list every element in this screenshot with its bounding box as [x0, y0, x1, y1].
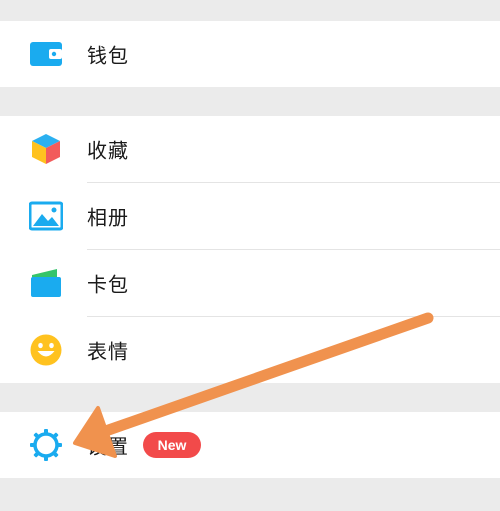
menu-item-label: 钱包 — [87, 43, 129, 68]
menu-item-emoji[interactable]: 表情 — [0, 317, 500, 383]
menu-item-album[interactable]: 相册 — [0, 183, 500, 249]
content-section: 收藏 相册 卡包 表情 — [0, 116, 500, 383]
menu-item-settings[interactable]: 设置 New — [0, 412, 500, 478]
album-icon — [29, 201, 63, 231]
gear-icon — [30, 429, 62, 461]
new-badge: New — [143, 432, 201, 458]
menu-item-wallet[interactable]: 钱包 — [0, 21, 500, 87]
emoji-icon — [30, 334, 62, 366]
menu-item-label: 相册 — [87, 205, 129, 230]
menu-item-favorites[interactable]: 收藏 — [0, 116, 500, 182]
favorites-cube-icon — [32, 134, 60, 164]
menu-item-label: 表情 — [87, 339, 129, 364]
wallet-section: 钱包 — [0, 21, 500, 87]
wallet-icon — [30, 42, 62, 66]
card-wallet-icon — [31, 269, 61, 297]
menu-item-card-wallet[interactable]: 卡包 — [0, 250, 500, 316]
menu-item-label: 设置 — [87, 434, 129, 459]
menu-item-label: 卡包 — [87, 272, 129, 297]
menu-item-label: 收藏 — [87, 138, 129, 163]
settings-section: 设置 New — [0, 412, 500, 478]
